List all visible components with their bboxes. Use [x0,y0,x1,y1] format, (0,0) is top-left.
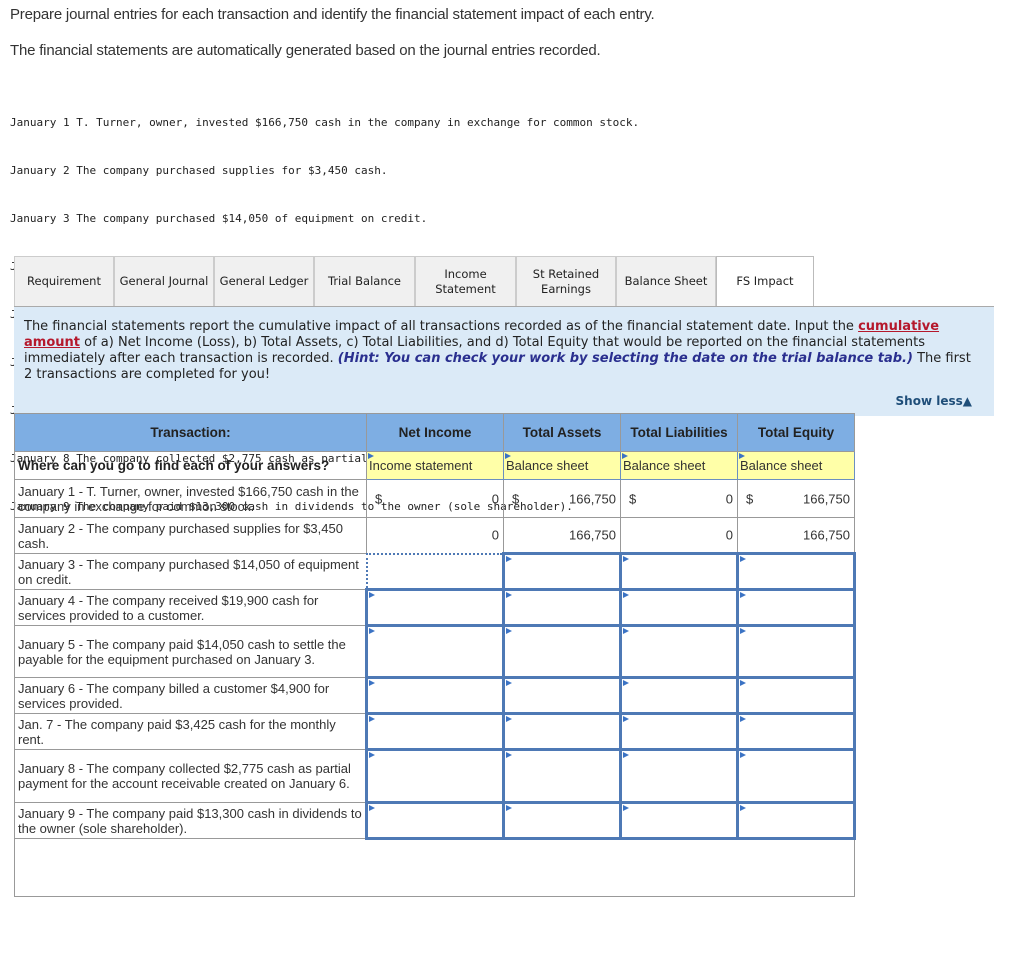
fs-impact-table: Transaction: Net Income Total Assets Tot… [14,413,856,897]
total-assets-value: $166,750 [503,479,621,518]
total-equity-input[interactable] [736,748,856,804]
instruction-subheading: The financial statements are automatical… [10,42,601,59]
transaction-description: Jan. 7 - The company paid $3,425 cash fo… [14,713,367,750]
tab-income-statement[interactable]: Income Statement [415,256,516,307]
transaction-description: January 5 - The company paid $14,050 cas… [14,625,367,678]
tab-bar: Requirement General Journal General Ledg… [14,256,814,307]
total-assets-input[interactable] [502,801,622,840]
total-liabilities-input[interactable] [619,748,739,804]
header-total-assets: Total Assets [503,413,621,452]
header-net-income: Net Income [366,413,504,452]
where-label: Where can you go to find each of your an… [14,451,367,480]
total-equity-value: 166,750 [737,517,855,554]
table-row: January 5 - The company paid $14,050 cas… [14,624,856,679]
total-liabilities-value: 0 [620,517,738,554]
transaction-description: January 8 - The company collected $2,775… [14,749,367,803]
total-equity-input[interactable] [736,801,856,840]
total-liabilities-input[interactable] [619,624,739,679]
tab-requirement[interactable]: Requirement [14,256,114,307]
net-income-input[interactable] [365,676,505,715]
header-total-equity: Total Equity [737,413,855,452]
total-assets-input[interactable] [502,588,622,627]
table-row: January 9 - The company paid $13,300 cas… [14,801,856,840]
transaction-description: January 6 - The company billed a custome… [14,677,367,714]
net-income-input[interactable] [365,801,505,840]
transaction-list-item: January 3 The company purchased $14,050 … [10,212,428,225]
tab-balance-sheet[interactable]: Balance Sheet [616,256,716,307]
transaction-description: January 2 - The company purchased suppli… [14,517,367,554]
total-liabilities-input[interactable] [619,712,739,751]
table-row: January 2 - The company purchased suppli… [14,517,855,554]
total-liabilities-input[interactable] [619,801,739,840]
header-total-liabilities: Total Liabilities [620,413,738,452]
total-assets-input[interactable] [502,748,622,804]
triangle-up-icon: ▲ [962,394,972,408]
total-equity-input[interactable] [736,588,856,627]
transaction-list-item: January 1 T. Turner, owner, invested $16… [10,116,640,129]
tab-general-ledger[interactable]: General Ledger [214,256,314,307]
show-less-button[interactable]: Show less▲ [896,394,972,408]
total-assets-input[interactable] [502,624,622,679]
table-row: January 3 - The company purchased $14,05… [14,552,856,591]
table-row: Jan. 7 - The company paid $3,425 cash fo… [14,712,856,751]
table-row: January 8 - The company collected $2,775… [14,748,856,804]
net-income-input[interactable] [365,588,505,627]
net-income-input[interactable] [365,748,505,804]
total-equity-source-select[interactable]: Balance sheet [737,451,855,480]
transaction-description: January 3 - The company purchased $14,05… [14,553,367,590]
instructions-text: The financial statements report the cumu… [24,319,971,382]
total-assets-input[interactable] [502,552,622,591]
transaction-description: January 1 - T. Turner, owner, invested $… [14,479,367,518]
table-row: January 4 - The company received $19,900… [14,588,856,627]
total-liabilities-input[interactable] [619,676,739,715]
total-liabilities-input[interactable] [619,588,739,627]
table-header-row: Transaction: Net Income Total Assets Tot… [14,413,855,452]
hint-text: (Hint: You can check your work by select… [337,351,913,366]
net-income-input[interactable] [365,712,505,751]
net-income-input[interactable] [365,552,505,591]
tab-trial-balance[interactable]: Trial Balance [314,256,415,307]
tab-st-retained-earnings[interactable]: St Retained Earnings [516,256,616,307]
net-income-value: 0 [366,517,504,554]
total-assets-source-select[interactable]: Balance sheet [503,451,621,480]
table-row: January 6 - The company billed a custome… [14,676,856,715]
table-footer-cell [14,838,855,897]
total-liabilities-source-select[interactable]: Balance sheet [620,451,738,480]
total-assets-input[interactable] [502,712,622,751]
table-row: January 1 - T. Turner, owner, invested $… [14,479,855,518]
transaction-list-item: January 2 The company purchased supplies… [10,164,388,177]
total-liabilities-value: $0 [620,479,738,518]
net-income-source-select[interactable]: Income statement [366,451,504,480]
total-assets-input[interactable] [502,676,622,715]
transaction-description: January 4 - The company received $19,900… [14,589,367,626]
instructions-panel: The financial statements report the cumu… [14,306,994,416]
total-equity-input[interactable] [736,552,856,591]
total-equity-value: $166,750 [737,479,855,518]
tab-fs-impact[interactable]: FS Impact [716,256,814,307]
table-footer-row [14,838,855,897]
instruction-heading: Prepare journal entries for each transac… [10,6,655,23]
total-equity-input[interactable] [736,676,856,715]
where-row: Where can you go to find each of your an… [14,451,855,480]
total-equity-input[interactable] [736,624,856,679]
tab-general-journal[interactable]: General Journal [114,256,214,307]
net-income-value: $0 [366,479,504,518]
total-assets-value: 166,750 [503,517,621,554]
total-liabilities-input[interactable] [619,552,739,591]
net-income-input[interactable] [365,624,505,679]
total-equity-input[interactable] [736,712,856,751]
header-transaction: Transaction: [14,413,367,452]
transaction-description: January 9 - The company paid $13,300 cas… [14,802,367,839]
